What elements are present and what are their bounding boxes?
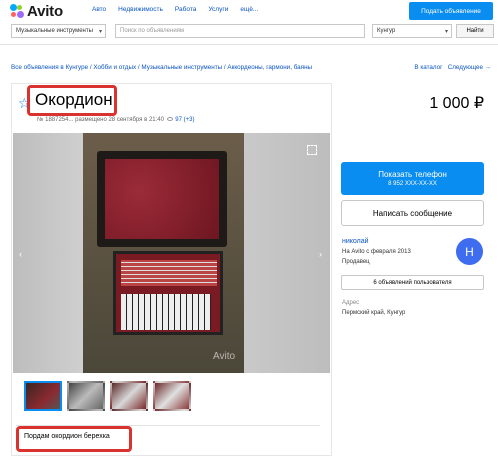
chevron-down-icon: ▾ — [444, 29, 448, 35]
top-nav: Авто Недвижимость Работа Услуги ещё... — [92, 6, 258, 13]
avito-logo[interactable]: Avito — [10, 2, 63, 20]
thumbnail-strip — [24, 381, 191, 411]
thumbnail-3[interactable] — [110, 381, 148, 411]
search-bar: Музыкальные инструменты ▾ Поиск по объяв… — [11, 24, 494, 38]
find-button[interactable]: Найти — [456, 24, 494, 38]
gallery-blur-left — [13, 133, 83, 373]
chevron-right-icon[interactable]: › — [319, 249, 322, 259]
fullscreen-icon[interactable] — [307, 145, 317, 155]
gallery-blur-right — [244, 133, 330, 373]
thumbnail-2[interactable] — [67, 381, 105, 411]
category-select[interactable]: Музыкальные инструменты ▾ — [11, 24, 106, 38]
show-phone-label: Показать телефон — [378, 170, 447, 179]
region-select[interactable]: Кунгур ▾ — [372, 24, 452, 38]
logo-text: Avito — [27, 2, 63, 20]
to-catalog-link[interactable]: В каталог — [414, 64, 442, 71]
description-highlight-box — [16, 426, 132, 452]
category-select-value: Музыкальные инструменты — [16, 28, 93, 34]
masked-phone: 8 952 XXX-XX-XX — [388, 181, 437, 187]
title-highlight-box — [27, 85, 117, 116]
seller-role: Продавец — [342, 259, 370, 265]
avatar[interactable]: Н — [456, 238, 483, 265]
photo-watermark: Avito — [213, 351, 236, 362]
nav-more[interactable]: ещё... — [240, 6, 258, 13]
all-user-ads-button[interactable]: 6 объявлений пользователя — [341, 275, 484, 290]
next-listing-link[interactable]: Следующее → — [448, 64, 491, 71]
chevron-left-icon[interactable]: ‹ — [19, 249, 22, 259]
listing-meta: № 1887254... размещено 28 сентября в 21:… — [37, 117, 194, 123]
logo-dots-icon — [10, 4, 24, 18]
header-divider — [0, 44, 498, 45]
nav-jobs[interactable]: Работа — [175, 6, 196, 13]
address-label: Адрес — [342, 300, 360, 306]
region-select-value: Кунгур — [377, 28, 396, 34]
listing-price: 1 000 ₽ — [429, 95, 484, 112]
show-phone-button[interactable]: Показать телефон 8 952 XXX-XX-XX — [341, 162, 484, 195]
nav-auto[interactable]: Авто — [92, 6, 106, 13]
breadcrumb[interactable]: Все объявления в Кунгуре / Хобби и отдых… — [11, 64, 312, 71]
views-count[interactable]: 97 (+3) — [175, 117, 194, 123]
search-input[interactable]: Поиск по объявлениям — [115, 24, 365, 38]
nav-services[interactable]: Услуги — [208, 6, 228, 13]
accordion-case-lid — [97, 151, 227, 247]
main-photo[interactable]: Avito — [83, 133, 244, 373]
listing-number-date: № 1887254... размещено 28 сентября в 21:… — [37, 117, 164, 123]
seller-since: На Avito с февраля 2013 — [342, 249, 411, 255]
accordion-body — [113, 251, 223, 335]
write-message-button[interactable]: Написать сообщение — [341, 200, 484, 226]
seller-name[interactable]: николай — [342, 238, 369, 245]
post-ad-button[interactable]: Подать объявление — [409, 2, 493, 20]
catalog-nav: В каталог Следующее → — [414, 64, 491, 71]
thumbnail-4[interactable] — [153, 381, 191, 411]
photo-gallery[interactable]: Avito — [13, 133, 330, 373]
nav-realty[interactable]: Недвижимость — [118, 6, 163, 13]
eye-icon — [166, 117, 173, 122]
chevron-down-icon: ▾ — [98, 29, 102, 35]
address-value: Пермский край, Кунгур — [342, 310, 406, 316]
thumbnail-1[interactable] — [24, 381, 62, 411]
